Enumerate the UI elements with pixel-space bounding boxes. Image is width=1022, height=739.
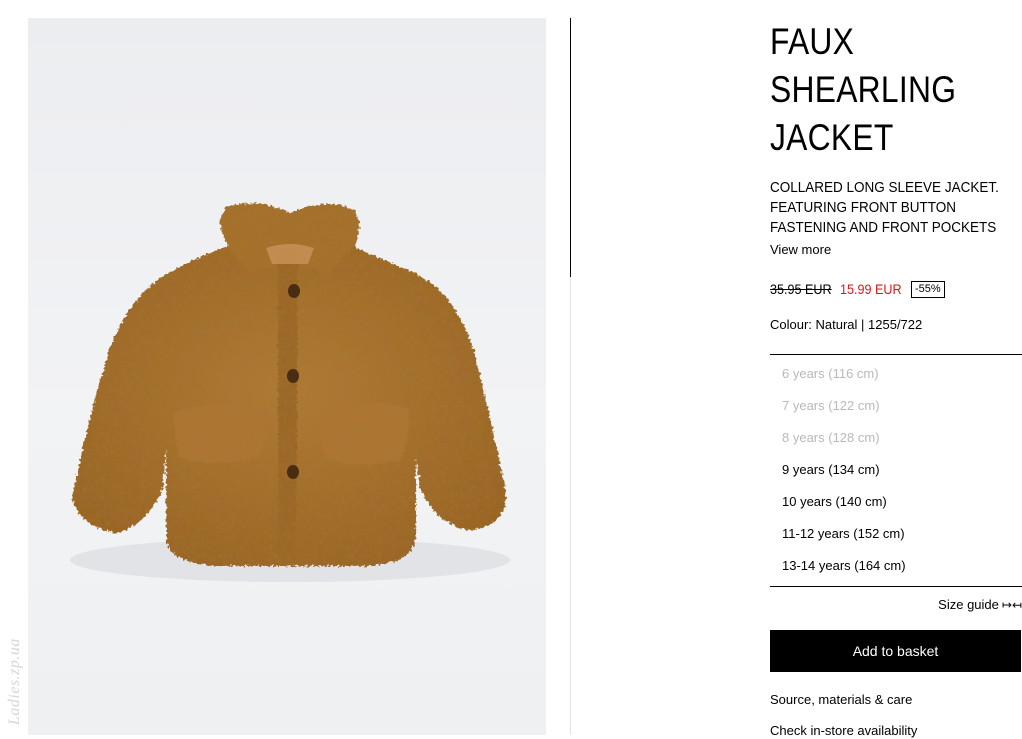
size-guide-label: Size guide — [938, 597, 999, 612]
vertical-divider — [570, 18, 571, 277]
original-price: 35.95 EUR — [770, 281, 832, 297]
description-line: COLLARED LONG SLEEVE JACKET. — [770, 179, 999, 196]
title-line: SHEARLING — [770, 69, 957, 110]
watermark-text: Ladies.zp.ua — [6, 638, 23, 725]
size-guide-link[interactable]: Size guide ↦↤ — [770, 597, 1022, 613]
source-materials-link[interactable]: Source, materials & care — [770, 692, 1022, 708]
product-image[interactable] — [28, 18, 546, 735]
size-option[interactable]: 6 years (116 cm) — [770, 358, 1022, 390]
size-option[interactable]: 13-14 years (164 cm) — [770, 550, 1022, 582]
size-option[interactable]: 10 years (140 cm) — [770, 486, 1022, 518]
vertical-divider-light — [570, 277, 571, 735]
size-option[interactable]: 11-12 years (152 cm) — [770, 518, 1022, 550]
size-option[interactable]: 9 years (134 cm) — [770, 454, 1022, 486]
view-more-link[interactable]: View more — [770, 241, 1022, 258]
size-option[interactable]: 8 years (128 cm) — [770, 422, 1022, 454]
size-selector: 6 years (116 cm) 7 years (122 cm) 8 year… — [770, 354, 1022, 587]
colour-info: Colour: Natural | 1255/722 — [770, 317, 923, 332]
title-line: JACKET — [770, 117, 894, 158]
sale-price: 15.99 EUR — [840, 281, 903, 297]
description-line: FASTENING AND FRONT POCKETS — [770, 219, 997, 236]
jacket-illustration — [70, 203, 510, 582]
price-row: 35.95 EUR 15.99 EUR -55% — [770, 279, 1022, 299]
title-line: FAUX — [770, 21, 855, 62]
product-info-panel: FAUX SHEARLING JACKET COLLARED LONG SLEE… — [770, 18, 1022, 739]
product-description: COLLARED LONG SLEEVE JACKET. FEATURING F… — [770, 178, 1022, 238]
add-to-basket-button[interactable]: Add to basket — [770, 630, 1021, 672]
size-option[interactable]: 7 years (122 cm) — [770, 390, 1022, 422]
check-availability-link[interactable]: Check in-store availability — [770, 723, 1022, 739]
discount-badge: -55% — [910, 280, 945, 298]
product-title: FAUX SHEARLING JACKET — [770, 18, 1022, 162]
description-line: FEATURING FRONT BUTTON — [770, 199, 957, 216]
width-arrows-icon: ↦↤ — [1001, 598, 1022, 612]
